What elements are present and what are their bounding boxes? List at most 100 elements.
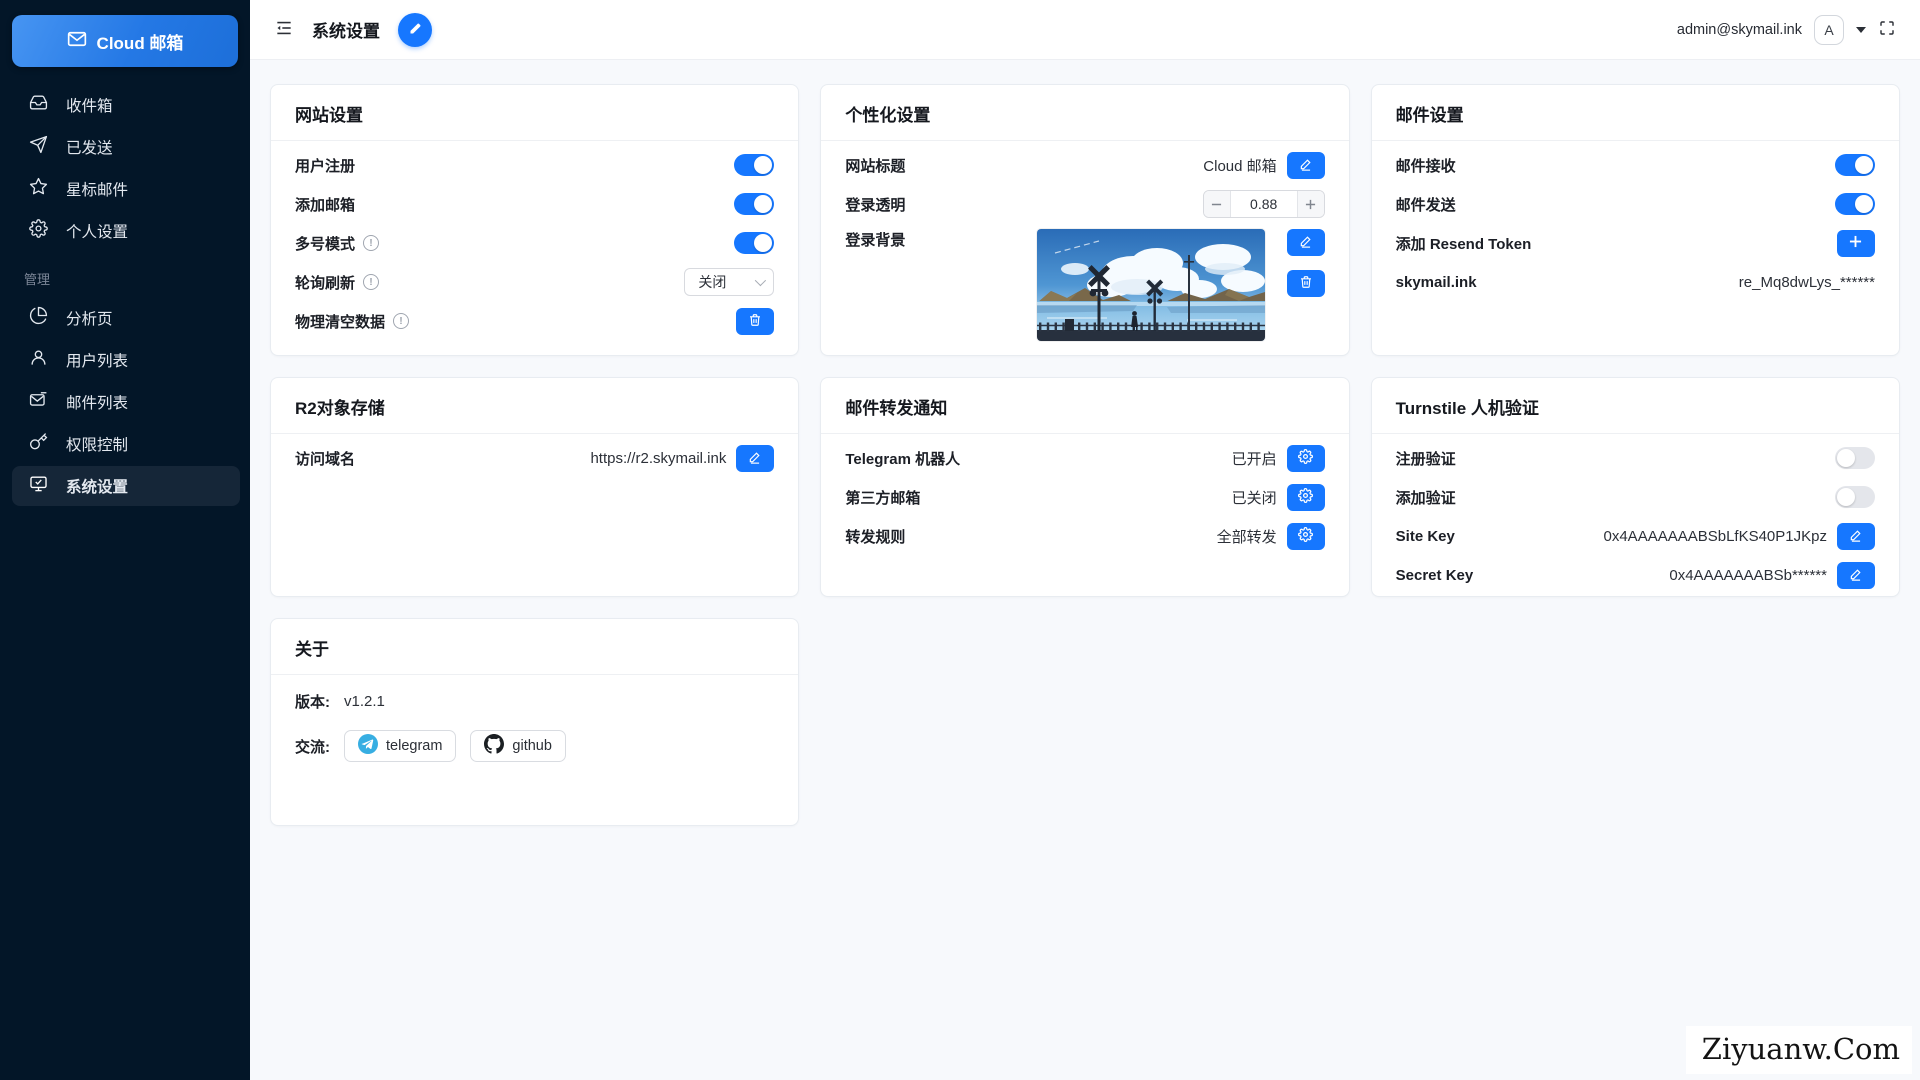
card-title: R2对象存储 xyxy=(271,378,799,434)
forward-rule-status: 全部转发 xyxy=(1216,528,1277,546)
edit-r2-domain-button[interactable] xyxy=(736,444,775,472)
site-title-value: Cloud 邮箱 xyxy=(1203,157,1277,175)
sidebar-item-system-settings[interactable]: 系统设置 xyxy=(12,466,240,506)
sidebar-nav: 收件箱 已发送 星标邮件 个人设置 管理 分析页 用户列表 邮件列表 权限控制 … xyxy=(0,83,250,508)
setting-row-purge-data: 物理清空数据! xyxy=(295,307,775,335)
sidebar-item-inbox[interactable]: 收件箱 xyxy=(12,85,240,125)
sidebar-item-starred[interactable]: 星标邮件 xyxy=(12,169,240,209)
multi-mode-toggle[interactable] xyxy=(734,232,775,254)
send-icon xyxy=(29,135,48,159)
register-verify-toggle[interactable] xyxy=(1834,447,1875,469)
setting-row-forward-rule: 转发规则 全部转发 xyxy=(845,522,1325,550)
user-register-toggle[interactable] xyxy=(734,154,775,176)
setting-row-telegram-bot: Telegram 机器人 已开启 xyxy=(845,444,1325,472)
site-key-value: 0x4AAAAAAABSbLfKS40P1JKpz xyxy=(1603,527,1827,545)
add-verify-toggle[interactable] xyxy=(1834,486,1875,508)
card-title: 邮件设置 xyxy=(1371,85,1899,141)
sidebar-item-permissions[interactable]: 权限控制 xyxy=(12,424,240,464)
pencil-icon xyxy=(408,21,423,39)
app-root: Cloud 邮箱 收件箱 已发送 星标邮件 个人设置 管理 分析页 用户列表 邮… xyxy=(0,0,1920,1080)
stepper-minus-button[interactable] xyxy=(1203,191,1231,217)
edit-background-button[interactable] xyxy=(1286,229,1325,256)
app-logo[interactable]: Cloud 邮箱 xyxy=(12,15,238,67)
setting-row-add-mailbox: 添加邮箱 xyxy=(295,190,775,218)
telegram-bot-config-button[interactable] xyxy=(1286,444,1325,472)
poll-refresh-select[interactable]: 关闭 xyxy=(684,268,775,296)
card-forward-notify: 邮件转发通知 Telegram 机器人 已开启 第三方邮箱 已关闭 转发规则 全… xyxy=(820,377,1350,597)
card-personalization: 个性化设置 网站标题 Cloud 邮箱 登录透明 0.88 登录背景 xyxy=(820,84,1350,356)
forward-rule-config-button[interactable] xyxy=(1286,522,1325,550)
setting-row-multi-mode: 多号模式! xyxy=(295,229,775,257)
mail-receive-toggle[interactable] xyxy=(1834,154,1875,176)
edit-secret-key-button[interactable] xyxy=(1836,561,1875,589)
gear-icon xyxy=(1298,488,1314,506)
telegram-bot-status: 已开启 xyxy=(1231,450,1277,468)
telegram-icon xyxy=(358,734,378,758)
edit-title-button[interactable] xyxy=(398,12,432,47)
card-title: 邮件转发通知 xyxy=(821,378,1349,434)
menu-fold-icon xyxy=(274,18,294,41)
sidebar-section-label: 管理 xyxy=(24,272,51,287)
setting-row-secret-key: Secret Key 0x4AAAAAAABSb****** xyxy=(1396,561,1875,589)
card-about: 关于 版本: v1.2.1 交流: telegram github xyxy=(270,618,800,826)
setting-row-poll-refresh: 轮询刷新! 关闭 xyxy=(295,268,775,296)
sidebar-item-analytics[interactable]: 分析页 xyxy=(12,298,240,338)
card-title: 关于 xyxy=(271,619,799,675)
sidebar-item-label: 邮件列表 xyxy=(66,395,129,412)
sidebar-collapse-button[interactable] xyxy=(274,18,294,41)
setting-row-add-verify: 添加验证 xyxy=(1396,483,1875,511)
opacity-stepper: 0.88 xyxy=(1202,190,1325,218)
fullscreen-icon xyxy=(1878,19,1896,40)
sidebar-item-users[interactable]: 用户列表 xyxy=(12,340,240,380)
chevron-down-icon[interactable] xyxy=(1856,26,1866,33)
sidebar: Cloud 邮箱 收件箱 已发送 星标邮件 个人设置 管理 分析页 用户列表 邮… xyxy=(0,0,250,1080)
resend-token-value: re_Mq8dwLys_****** xyxy=(1738,273,1875,291)
sidebar-item-sent[interactable]: 已发送 xyxy=(12,127,240,167)
github-link-button[interactable]: github xyxy=(470,730,566,762)
card-title: Turnstile 人机验证 xyxy=(1371,378,1899,434)
card-r2-storage: R2对象存储 访问域名 https://r2.skymail.ink xyxy=(270,377,800,597)
watermark: Ziyuanw.Com xyxy=(1685,1026,1912,1074)
add-mailbox-toggle[interactable] xyxy=(734,193,775,215)
info-icon[interactable]: ! xyxy=(363,274,380,290)
third-party-config-button[interactable] xyxy=(1286,483,1325,511)
sidebar-item-label: 收件箱 xyxy=(66,98,113,115)
sidebar-item-label: 已发送 xyxy=(66,140,113,157)
fullscreen-button[interactable] xyxy=(1878,19,1896,40)
sidebar-item-personal-settings[interactable]: 个人设置 xyxy=(12,211,240,251)
delete-background-button[interactable] xyxy=(1286,270,1325,297)
purge-data-button[interactable] xyxy=(736,307,775,335)
monitor-check-icon xyxy=(29,474,48,498)
page-title: 系统设置 xyxy=(312,22,380,41)
opacity-value[interactable]: 0.88 xyxy=(1231,191,1297,217)
info-icon[interactable]: ! xyxy=(363,235,380,251)
telegram-link-button[interactable]: telegram xyxy=(344,730,457,762)
setting-row-r2-domain: 访问域名 https://r2.skymail.ink xyxy=(295,444,775,472)
setting-row-register-verify: 注册验证 xyxy=(1396,444,1875,472)
card-website-settings: 网站设置 用户注册 添加邮箱 多号模式! 轮询刷新! 关闭 物理清空数据 ! xyxy=(270,84,800,356)
edit-site-title-button[interactable] xyxy=(1286,151,1325,179)
sidebar-item-label: 用户列表 xyxy=(66,353,129,370)
stepper-plus-button[interactable] xyxy=(1296,191,1324,217)
setting-row-mail-send: 邮件发送 xyxy=(1396,190,1875,218)
envelope-icon xyxy=(67,29,87,54)
trash-icon xyxy=(748,313,762,330)
pie-chart-icon xyxy=(29,306,48,330)
gear-icon xyxy=(29,219,48,243)
setting-row-third-party-mail: 第三方邮箱 已关闭 xyxy=(845,483,1325,511)
sidebar-item-mail-list[interactable]: 邮件列表 xyxy=(12,382,240,422)
edit-site-key-button[interactable] xyxy=(1836,522,1875,550)
setting-row-site-key: Site Key 0x4AAAAAAABSbLfKS40P1JKpz xyxy=(1396,522,1875,550)
info-icon[interactable]: ! xyxy=(393,313,410,329)
key-icon xyxy=(29,432,48,456)
mail-list-icon xyxy=(29,390,48,414)
card-title: 个性化设置 xyxy=(821,85,1349,141)
version-value: v1.2.1 xyxy=(344,692,385,710)
setting-row-mail-receive: 邮件接收 xyxy=(1396,151,1875,179)
avatar[interactable]: A xyxy=(1814,14,1844,45)
setting-row-site-title: 网站标题 Cloud 邮箱 xyxy=(845,151,1325,179)
mail-send-toggle[interactable] xyxy=(1834,193,1875,215)
trash-icon xyxy=(1299,275,1313,292)
add-resend-token-button[interactable] xyxy=(1836,229,1875,257)
main-area: 系统设置 admin@skymail.ink A 网站设置 用户注册 添加邮箱 … xyxy=(250,0,1920,1080)
